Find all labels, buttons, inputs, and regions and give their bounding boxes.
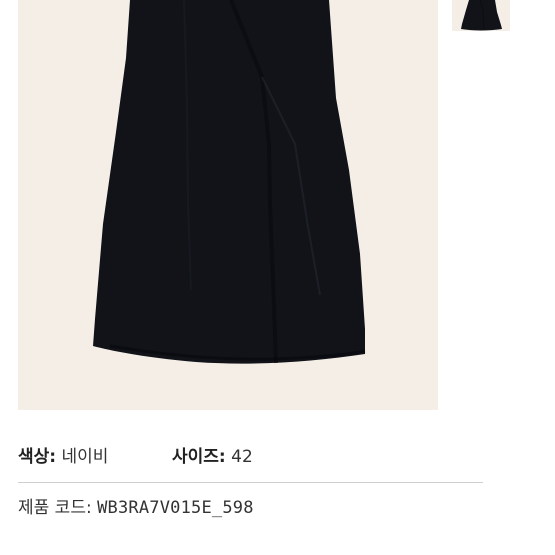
navy-skirt-thumbnail-icon (452, 0, 510, 31)
size-group: 사이즈: 42 (172, 447, 253, 467)
product-code-row: 제품 코드: WB3RA7V015E_598 (18, 498, 254, 518)
navy-skirt-image-icon (18, 0, 438, 410)
product-main-image[interactable] (18, 0, 438, 410)
product-thumbnail[interactable] (452, 0, 510, 31)
size-label: 사이즈: (172, 447, 226, 467)
color-size-row: 색상: 네이비 사이즈: 42 (18, 447, 253, 467)
product-detail-screen: 색상: 네이비 사이즈: 42 제품 코드: WB3RA7V015E_598 (0, 0, 555, 555)
product-code-value: WB3RA7V015E_598 (97, 498, 254, 518)
spec-divider (18, 482, 483, 483)
product-code-label: 제품 코드: (18, 498, 92, 518)
right-scroll-edge (545, 0, 555, 555)
color-label: 색상: (18, 447, 57, 467)
color-value: 네이비 (61, 447, 109, 467)
size-value: 42 (231, 447, 253, 467)
